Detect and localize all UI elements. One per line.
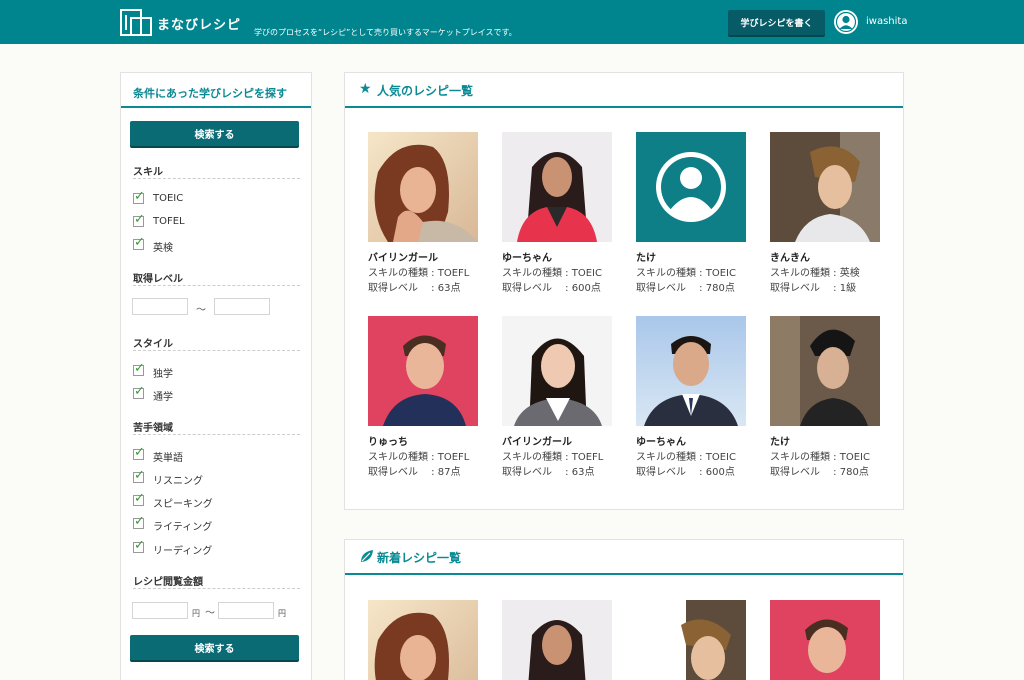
card-level: 取得レベル : 600点 — [636, 467, 735, 478]
level-heading: 取得レベル — [133, 274, 183, 285]
check-icon: ✓ — [134, 212, 145, 227]
profile-photo[interactable] — [502, 316, 612, 426]
card-skill: スキルの種類 : TOEIC — [770, 452, 870, 463]
card-level: 取得レベル : 63点 — [502, 467, 595, 478]
check-icon: ✓ — [134, 445, 145, 460]
checkbox-label: ライティング — [153, 522, 213, 533]
card-level: 取得レベル : 63点 — [368, 283, 461, 294]
check-icon: ✓ — [134, 189, 145, 204]
profile-photo[interactable] — [770, 600, 880, 680]
divider — [345, 573, 903, 575]
popular-recipes-panel: ★ 人気のレシピ一覧 バイリンガール スキルの種類 : TOEFL 取得レベル … — [344, 72, 904, 510]
price-unit: 円 — [192, 609, 200, 618]
card-skill: スキルの種類 : TOEIC — [636, 452, 736, 463]
username[interactable]: iwashita — [866, 16, 907, 27]
logo-text[interactable]: まなびレシピ — [157, 14, 241, 33]
card-level: 取得レベル : 780点 — [636, 283, 735, 294]
card-level: 取得レベル : 780点 — [770, 467, 869, 478]
divider — [133, 434, 300, 435]
range-separator: 〜 — [196, 305, 206, 316]
default-avatar-icon[interactable] — [636, 132, 746, 242]
card-name[interactable]: たけ — [636, 249, 656, 264]
profile-photo[interactable] — [636, 600, 746, 680]
range-separator: 〜 — [205, 608, 215, 619]
price-max-input[interactable] — [218, 602, 274, 619]
style-heading: スタイル — [133, 339, 173, 350]
checkbox-label: 独学 — [153, 369, 173, 380]
star-icon: ★ — [359, 81, 372, 97]
new-recipes-panel: 新着レシピ一覧 — [344, 539, 904, 680]
weak-area-heading: 苦手領域 — [133, 423, 173, 434]
tagline: 学びのプロセスを“レシピ”として売り買いするマーケットプレイスです。 — [254, 28, 517, 37]
sidebar-title: 条件にあった学びレシピを探す — [133, 87, 287, 100]
divider — [133, 350, 300, 351]
profile-photo[interactable] — [502, 132, 612, 242]
divider — [133, 285, 300, 286]
check-icon: ✓ — [134, 361, 145, 376]
checkbox-label: リーディング — [153, 546, 213, 557]
price-min-input[interactable] — [132, 602, 188, 619]
profile-photo[interactable] — [636, 316, 746, 426]
checkbox-label: TOEIC — [153, 193, 184, 204]
card-skill: スキルの種類 : TOEFL — [502, 452, 604, 463]
check-icon: ✓ — [134, 235, 145, 250]
check-icon: ✓ — [134, 538, 145, 553]
card-name[interactable]: ゆーちゃん — [636, 433, 686, 448]
card-name[interactable]: りゅっち — [368, 433, 408, 448]
check-icon: ✓ — [134, 384, 145, 399]
write-recipe-button[interactable]: 学びレシピを書く — [728, 10, 825, 35]
card-name[interactable]: バイリンガール — [368, 249, 438, 264]
checkbox-label: リスニング — [153, 476, 203, 487]
search-button-top[interactable]: 検索する — [130, 121, 299, 146]
checkbox-label: 通学 — [153, 392, 173, 403]
card-name[interactable]: きんきん — [770, 249, 810, 264]
header: まなびレシピ 学びのプロセスを“レシピ”として売り買いするマーケットプレイスです… — [0, 0, 1024, 44]
check-icon: ✓ — [134, 468, 145, 483]
popular-title: 人気のレシピ一覧 — [377, 84, 474, 98]
divider — [133, 178, 300, 179]
new-title: 新着レシピ一覧 — [377, 551, 462, 565]
divider — [133, 588, 300, 589]
card-name[interactable]: ゆーちゃん — [502, 249, 552, 264]
card-name[interactable]: たけ — [770, 433, 790, 448]
price-heading: レシピ閲覧金額 — [133, 577, 203, 588]
profile-photo[interactable] — [368, 132, 478, 242]
leaf-icon — [359, 548, 375, 568]
card-skill: スキルの種類 : 英検 — [770, 268, 860, 279]
card-name[interactable]: バイリンガール — [502, 433, 572, 448]
card-level: 取得レベル : 1級 — [770, 283, 857, 294]
divider — [121, 106, 311, 108]
checkbox-label: 英単語 — [153, 453, 183, 464]
skill-heading: スキル — [133, 167, 163, 178]
checkbox-label: スピーキング — [153, 499, 213, 510]
card-skill: スキルの種類 : TOEFL — [368, 268, 470, 279]
user-avatar-icon[interactable] — [834, 10, 858, 34]
profile-photo[interactable] — [368, 316, 478, 426]
profile-photo[interactable] — [368, 600, 478, 680]
level-min-input[interactable] — [132, 298, 188, 315]
card-level: 取得レベル : 87点 — [368, 467, 461, 478]
card-skill: スキルの種類 : TOEFL — [368, 452, 470, 463]
search-sidebar: 条件にあった学びレシピを探す 検索する スキル ✓ TOEIC ✓ TOFEL ✓ 英… — [120, 72, 312, 680]
divider — [345, 106, 903, 108]
profile-photo[interactable] — [770, 316, 880, 426]
profile-photo[interactable] — [502, 600, 612, 680]
profile-photo[interactable] — [770, 132, 880, 242]
checkbox-label: 英検 — [153, 243, 173, 254]
search-button-bottom[interactable]: 検索する — [130, 635, 299, 660]
check-icon: ✓ — [134, 514, 145, 529]
check-icon: ✓ — [134, 491, 145, 506]
logo-icon[interactable] — [120, 9, 152, 36]
level-max-input[interactable] — [214, 298, 270, 315]
price-unit: 円 — [278, 609, 286, 618]
card-skill: スキルの種類 : TOEIC — [636, 268, 736, 279]
card-skill: スキルの種類 : TOEIC — [502, 268, 602, 279]
checkbox-label: TOFEL — [153, 216, 185, 227]
card-level: 取得レベル : 600点 — [502, 283, 601, 294]
